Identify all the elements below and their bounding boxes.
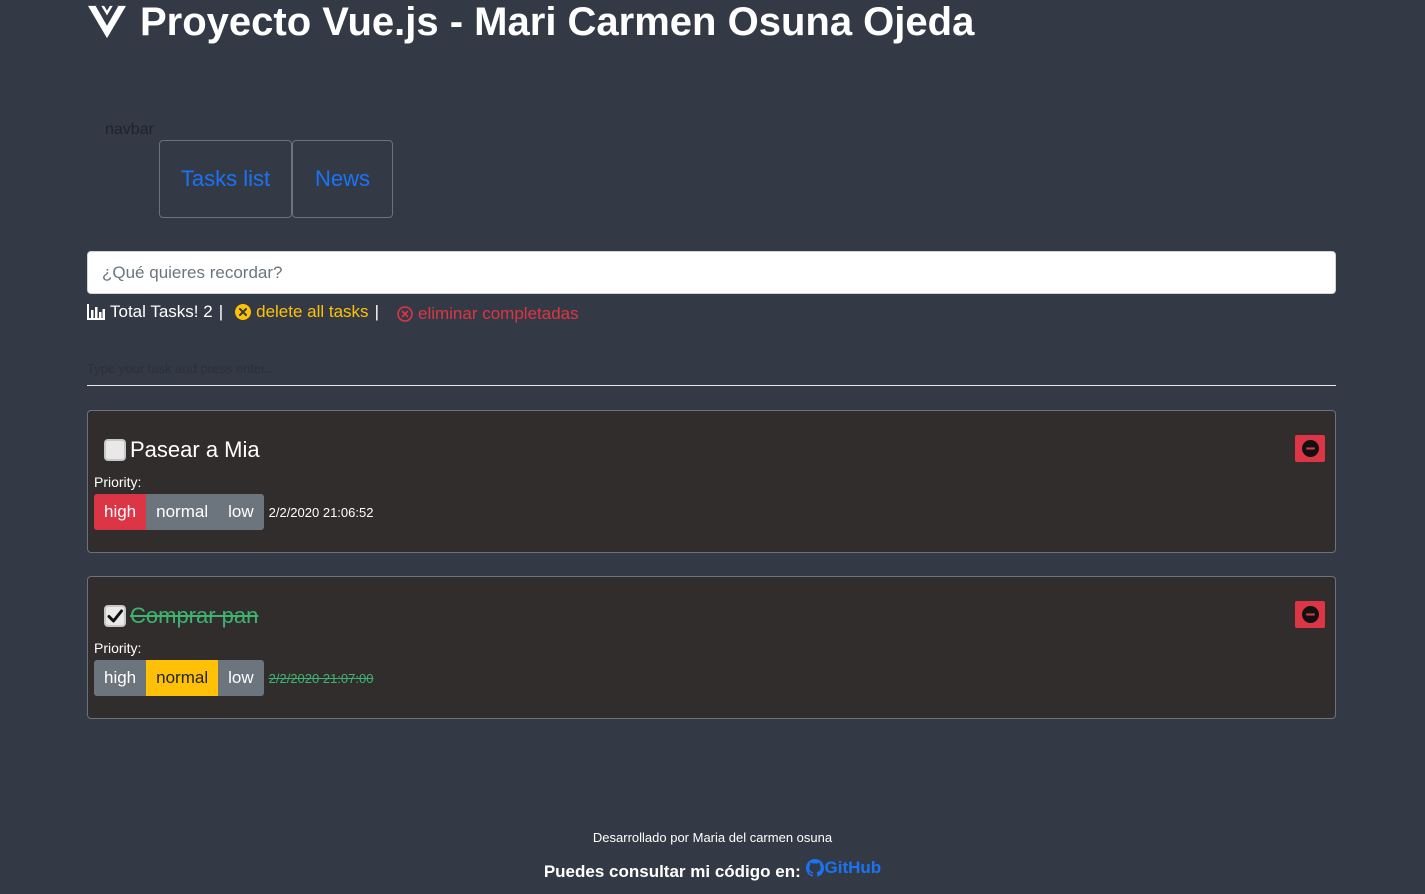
task-header: Pasear a Mia (104, 437, 260, 463)
remove-task-button[interactable] (1295, 435, 1325, 462)
tab-news[interactable]: News (292, 140, 393, 218)
task-title: Comprar pan (130, 603, 259, 628)
task-date: 2/2/2020 21:06:52 (268, 504, 374, 520)
priority-label: Priority: (94, 640, 142, 656)
page-title: Proyecto Vue.js - Mari Carmen Osuna Ojed… (88, 0, 974, 46)
reminder-input[interactable] (87, 251, 1336, 294)
github-link[interactable]: GitHub (805, 858, 882, 878)
priority-selector: high normal low 2/2/2020 21:06:52 (94, 494, 373, 530)
new-task-input[interactable] (87, 352, 1336, 386)
remove-task-button[interactable] (1295, 601, 1325, 628)
page-title-text: Proyecto Vue.js - Mari Carmen Osuna Ojed… (140, 0, 975, 44)
app-page: Proyecto Vue.js - Mari Carmen Osuna Ojed… (0, 0, 1425, 894)
minus-circle-icon (1301, 440, 1319, 457)
task-header: Comprar pan (104, 603, 258, 629)
total-tasks-label: Total Tasks! 2 (110, 302, 213, 321)
separator: | (218, 302, 224, 321)
github-label: GitHub (824, 858, 882, 877)
checkmark-icon (107, 609, 123, 623)
task-checkbox[interactable] (104, 439, 126, 461)
navbar: Tasks list News (159, 140, 393, 218)
x-circle-icon (235, 304, 252, 320)
delete-all-label: delete all tasks (256, 302, 369, 321)
github-icon (805, 859, 824, 877)
priority-high-button[interactable]: high (94, 494, 147, 530)
footer-code-line: Puedes consultar mi código en: GitHub (0, 858, 1425, 882)
priority-normal-button[interactable]: normal (146, 660, 219, 696)
task-card: Comprar pan Priority: high normal low 2/… (87, 576, 1336, 719)
priority-low-button[interactable]: low (218, 494, 264, 530)
delete-completed-button[interactable]: eliminar completadas (397, 304, 579, 324)
priority-low-button[interactable]: low (218, 660, 264, 696)
task-date: 2/2/2020 21:07:00 (268, 670, 374, 686)
footer-code-text: Puedes consultar mi código en: (543, 862, 801, 881)
minus-circle-icon (1301, 606, 1319, 623)
priority-selector: high normal low 2/2/2020 21:07:00 (94, 660, 373, 696)
vue-logo-icon (88, 5, 126, 39)
tab-tasks-list[interactable]: Tasks list (159, 140, 292, 218)
priority-label: Priority: (94, 474, 142, 490)
footer-credits: Desarrollado por Maria del carmen osuna (592, 830, 833, 845)
priority-high-button[interactable]: high (94, 660, 147, 696)
separator: | (374, 302, 379, 321)
navbar-label: navbar (105, 121, 154, 138)
priority-normal-button[interactable]: normal (146, 494, 219, 530)
task-stats: Total Tasks! 2 | delete all tasks | elim… (87, 300, 579, 324)
bar-chart-icon (87, 304, 105, 320)
task-title: Pasear a Mia (130, 437, 260, 462)
x-circle-outline-icon (397, 305, 413, 322)
task-checkbox[interactable] (104, 605, 126, 627)
task-card: Pasear a Mia Priority: high normal low 2… (87, 410, 1336, 553)
delete-completed-label: eliminar completadas (417, 303, 579, 323)
delete-all-tasks-button[interactable]: delete all tasks (235, 302, 369, 322)
